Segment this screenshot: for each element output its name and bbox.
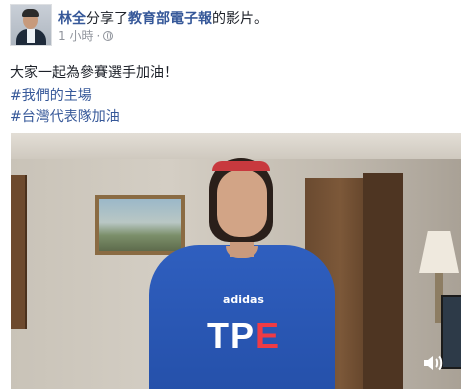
avatar-shirt: [27, 29, 35, 43]
author-avatar[interactable]: [10, 4, 52, 46]
athlete-headband: [212, 161, 270, 171]
shirt-text-accent: E: [255, 315, 281, 356]
hashtag-link[interactable]: #台灣代表隊加油: [10, 106, 120, 126]
facebook-post: 林全分享了教育部電子報的影片。 1 小時 · 大家一起為參賽選手加油！ #我們的…: [0, 0, 473, 391]
author-name-link[interactable]: 林全: [58, 11, 86, 27]
post-caption: 大家一起為參賽選手加油！: [10, 65, 178, 81]
meta-separator: ·: [96, 28, 101, 43]
speaker-icon-graphic: [424, 355, 443, 371]
post-timestamp[interactable]: 1 小時: [58, 27, 93, 44]
hashtag-link[interactable]: #我們的主場: [10, 85, 92, 105]
globe-icon[interactable]: [103, 30, 114, 41]
video-door: [11, 175, 27, 329]
video-cabinet-side: [363, 173, 403, 389]
share-suffix-text: 的影片。: [212, 11, 268, 27]
painting-artwork: [99, 199, 181, 251]
shirt-text-main: TP: [207, 315, 256, 356]
video-player[interactable]: adidas TPE: [11, 133, 461, 389]
video-wall-painting: [95, 195, 185, 255]
share-action-text: 分享了: [86, 11, 128, 27]
video-ceiling: [11, 133, 461, 159]
post-meta: 1 小時 ·: [58, 27, 114, 44]
speaker-icon[interactable]: [421, 351, 445, 375]
post-header: 林全分享了教育部電子報的影片。: [58, 8, 268, 28]
avatar-hair: [22, 9, 39, 17]
shirt-brand-logo: adidas: [223, 293, 264, 306]
shirt-tpe-text: TPE: [207, 315, 280, 357]
source-page-link[interactable]: 教育部電子報: [128, 11, 212, 27]
athlete-face: [217, 169, 267, 237]
